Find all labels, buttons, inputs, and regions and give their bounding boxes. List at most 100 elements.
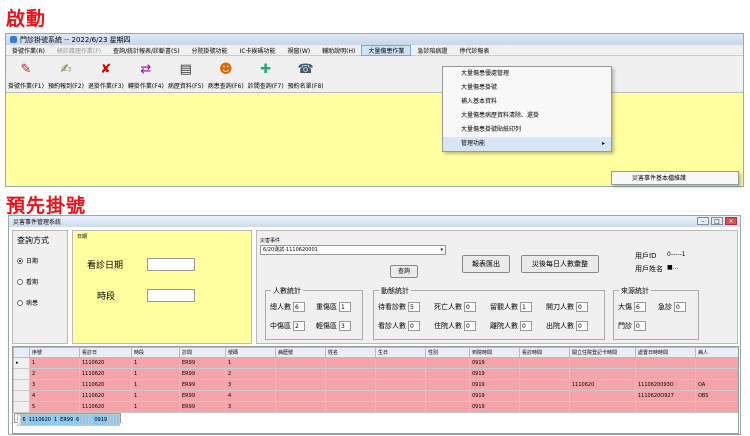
table-cell[interactable] xyxy=(635,368,696,380)
table-cell[interactable]: 0919 xyxy=(469,357,520,369)
column-header[interactable]: 姓名 xyxy=(325,347,376,358)
table-cell[interactable]: 0919 xyxy=(469,401,520,413)
row-header-cell[interactable] xyxy=(13,379,30,391)
table-cell[interactable] xyxy=(569,390,636,402)
table-cell[interactable] xyxy=(325,368,376,380)
table-row[interactable]: 6 1110620 1 ER99 6 0919 xyxy=(13,413,122,426)
table-cell[interactable] xyxy=(375,368,426,380)
table-cell[interactable]: 1110620 xyxy=(25,414,52,426)
table-cell[interactable]: 2 xyxy=(225,368,276,380)
table-row[interactable]: 4 1110620 1 ER99 4 0919 1110620O927 OBS xyxy=(13,390,738,402)
toolbar-appointment-list-button[interactable]: ☎ 預約名單(F8) xyxy=(288,59,324,91)
table-cell[interactable]: 1110620O927 xyxy=(635,390,696,402)
table-cell[interactable]: 0919 xyxy=(469,379,520,391)
table-cell[interactable]: ER99 xyxy=(179,390,226,402)
table-cell[interactable]: 1 xyxy=(131,401,180,413)
table-cell[interactable] xyxy=(275,368,326,380)
table-cell[interactable] xyxy=(116,414,121,426)
radio-by-session[interactable]: 看期 xyxy=(17,277,63,286)
menu-iccard[interactable]: IC卡挨碼功能 xyxy=(234,46,282,55)
toolbar-records-button[interactable]: ▤ 病歷資料(F5) xyxy=(168,59,204,91)
daily-summary-button[interactable]: 災後每日人數彙整 xyxy=(521,255,599,273)
dropdown-item-register[interactable]: 大量傷患掛號 xyxy=(443,81,611,95)
table-cell[interactable]: 0919 xyxy=(469,368,520,380)
table-cell[interactable]: 1110620 xyxy=(569,379,636,391)
event-select[interactable]: 6/20測試-1110620001 ▾ xyxy=(260,245,446,255)
table-cell[interactable] xyxy=(695,368,738,380)
toolbar-transfer-button[interactable]: ⇄ 轉掛作業(F4) xyxy=(128,59,164,91)
table-cell[interactable]: ER99 xyxy=(179,357,226,369)
table-row[interactable]: 3 1110620 1 ER99 3 0919 1110620 1110620093O OA xyxy=(13,379,738,391)
table-cell[interactable] xyxy=(425,368,470,380)
table-cell[interactable] xyxy=(695,357,738,369)
dropdown-item-print-stickers[interactable]: 大量傷患掛號貼紙印列 xyxy=(443,123,611,137)
column-header[interactable]: 時段 xyxy=(131,347,180,358)
table-cell[interactable]: 6 xyxy=(19,414,27,426)
query-button[interactable]: 查詢 xyxy=(390,265,418,278)
column-header[interactable]: 看診日 xyxy=(79,347,132,358)
menu-er-escort[interactable]: 急診陪病證 xyxy=(411,46,453,55)
column-header[interactable]: 看診時間 xyxy=(519,347,570,358)
column-header[interactable]: 序號 xyxy=(29,347,80,358)
menu-mass-casualty[interactable]: 大量傷患作業 xyxy=(361,44,412,56)
table-cell[interactable]: 1 xyxy=(131,379,180,391)
table-row[interactable]: 5 1110620 1 ER99 3 0919 xyxy=(13,401,738,413)
table-cell[interactable]: 3 xyxy=(29,379,80,391)
table-cell[interactable] xyxy=(519,390,570,402)
table-cell[interactable]: 1 xyxy=(225,357,276,369)
table-cell[interactable]: 1110620093O xyxy=(635,379,696,391)
toolbar-cancel-button[interactable]: ✘ 退掛作業(F3) xyxy=(88,59,124,91)
table-cell[interactable] xyxy=(375,401,426,413)
row-header-cell[interactable] xyxy=(13,401,30,413)
table-cell[interactable] xyxy=(569,368,636,380)
table-cell[interactable]: ER99 xyxy=(57,414,75,426)
toolbar-patient-query-button[interactable]: ☻ 病患查詢(F6) xyxy=(208,59,244,91)
table-cell[interactable] xyxy=(375,390,426,402)
visit-date-input[interactable] xyxy=(147,258,195,271)
column-header[interactable]: 診間 xyxy=(179,347,226,358)
table-row[interactable]: ▸ 1 1110620 1 ER99 1 0919 xyxy=(13,357,738,369)
dropdown-item-admin-functions[interactable]: 管理功能 xyxy=(443,137,611,151)
table-cell[interactable] xyxy=(519,379,570,391)
close-icon[interactable]: × xyxy=(725,217,737,225)
table-cell[interactable]: 0919 xyxy=(91,414,109,426)
table-cell[interactable] xyxy=(695,401,738,413)
table-cell[interactable] xyxy=(375,379,426,391)
toolbar-clinic-query-button[interactable]: ✚ 診間查詢(F7) xyxy=(248,59,284,91)
table-cell[interactable] xyxy=(635,401,696,413)
menu-window[interactable]: 視窗(W) xyxy=(282,46,317,55)
table-cell[interactable]: 1 xyxy=(131,368,180,380)
table-cell[interactable] xyxy=(425,379,470,391)
table-cell[interactable]: 5 xyxy=(29,401,80,413)
column-header[interactable]: 性別 xyxy=(425,347,470,358)
minimize-icon[interactable]: – xyxy=(697,217,709,225)
menu-registration[interactable]: 掛號作業(R) xyxy=(6,46,51,55)
column-header[interactable]: 病歷號 xyxy=(275,347,326,358)
table-cell[interactable]: 1110620 xyxy=(79,368,132,380)
menu-substitute-report[interactable]: 停代診報表 xyxy=(453,46,495,55)
table-cell[interactable] xyxy=(519,368,570,380)
report-export-button[interactable]: 報表匯出 xyxy=(462,255,510,273)
table-cell[interactable]: ER99 xyxy=(179,368,226,380)
column-header[interactable]: 到院時間 xyxy=(469,347,520,358)
menu-query[interactable]: 查詢/統計報表/診斷書(S) xyxy=(107,46,186,55)
table-cell[interactable]: 4 xyxy=(29,390,80,402)
dropdown-item-clear-records[interactable]: 大量傷患病歷資料清除、還掛 xyxy=(443,109,611,123)
table-cell[interactable] xyxy=(275,390,326,402)
table-cell[interactable] xyxy=(635,357,696,369)
maximize-icon[interactable]: □ xyxy=(711,217,723,225)
table-cell[interactable]: 1110620 xyxy=(79,379,132,391)
table-cell[interactable] xyxy=(425,401,470,413)
radio-by-patient[interactable]: 病患 xyxy=(17,298,63,307)
row-header-cell[interactable] xyxy=(13,390,30,402)
table-row[interactable]: 2 1110620 1 ER99 2 0919 xyxy=(13,368,738,380)
table-cell[interactable] xyxy=(275,357,326,369)
dropdown-item-add-basic-info[interactable]: 補入基本資料 xyxy=(443,95,611,109)
table-cell[interactable] xyxy=(325,401,376,413)
table-cell[interactable]: OBS xyxy=(695,390,738,402)
menu-help[interactable]: 輔助說明(H) xyxy=(316,46,361,55)
table-cell[interactable] xyxy=(519,401,570,413)
column-header[interactable]: 病人 xyxy=(695,347,738,358)
table-cell[interactable]: 4 xyxy=(225,390,276,402)
menu-nursing[interactable]: 候診護理作業(F) xyxy=(51,46,107,55)
